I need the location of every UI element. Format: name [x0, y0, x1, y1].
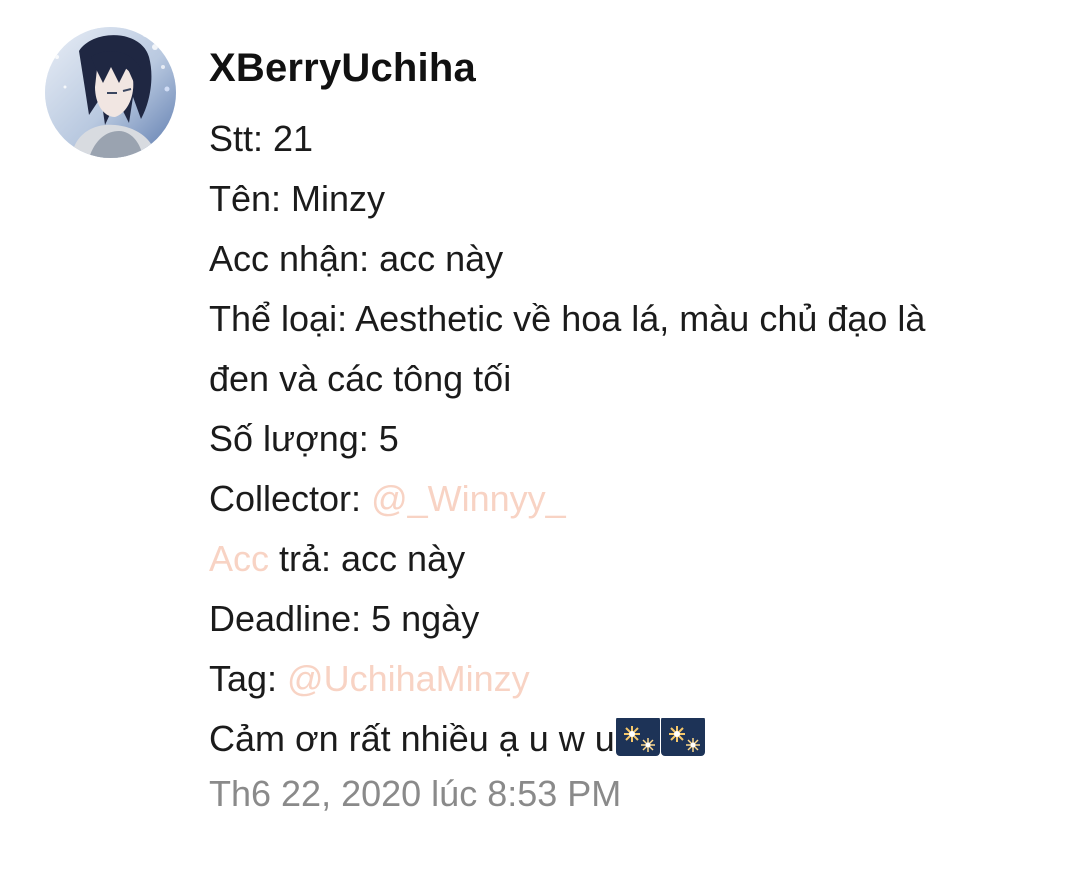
- avatar-image: [45, 27, 176, 158]
- collector-mention-link[interactable]: @_Winnyy_: [371, 478, 566, 519]
- line-the-loai-2: đen và các tông tối: [209, 358, 512, 399]
- comment-text: Stt: 21 Tên: Minzy Acc nhận: acc này Thể…: [209, 109, 1049, 769]
- collector-label: Collector:: [209, 478, 372, 519]
- comment-item: XBerryUchiha Stt: 21 Tên: Minzy Acc nhận…: [0, 0, 1080, 870]
- username[interactable]: XBerryUchiha: [209, 40, 1049, 96]
- thanks-text: Cảm ơn rất nhiều ạ u w u: [209, 718, 615, 759]
- line-thanks: Cảm ơn rất nhiều ạ u w u: [209, 709, 1049, 769]
- line-collector: Collector: @_Winnyy_: [209, 469, 1049, 529]
- fireworks-emoji-icon: [660, 716, 705, 756]
- fireworks-emoji-icon: [615, 716, 660, 756]
- line-so-luong: Số lượng: 5: [209, 418, 399, 459]
- line-stt: Stt: 21: [209, 118, 314, 159]
- line-tag: Tag: @UchihaMinzy: [209, 649, 1049, 709]
- tag-mention-link[interactable]: @UchihaMinzy: [287, 658, 530, 699]
- timestamp: Th6 22, 2020 lúc 8:53 PM: [209, 773, 622, 814]
- acc-tra-rest: trả: acc này: [269, 538, 466, 579]
- line-the-loai-1: Thể loại: Aesthetic về hoa lá, màu chủ đ…: [209, 298, 926, 339]
- line-acc-nhan: Acc nhận: acc này: [209, 238, 504, 279]
- line-deadline: Deadline: 5 ngày: [209, 598, 480, 639]
- acc-tra-highlight-link[interactable]: Acc: [209, 538, 269, 579]
- avatar[interactable]: [45, 27, 176, 158]
- line-acc-tra: Acc trả: acc này: [209, 529, 1049, 589]
- comment-body: XBerryUchiha Stt: 21 Tên: Minzy Acc nhận…: [209, 40, 1049, 817]
- line-ten: Tên: Minzy: [209, 178, 386, 219]
- tag-label: Tag:: [209, 658, 288, 699]
